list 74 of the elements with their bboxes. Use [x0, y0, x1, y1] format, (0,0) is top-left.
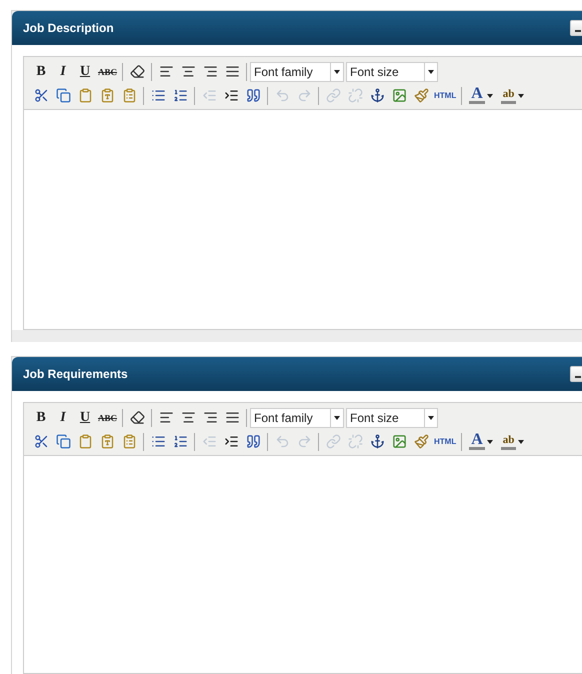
quote-icon: [246, 88, 260, 103]
text-color-button[interactable]: A: [465, 86, 497, 106]
align-center-icon: [180, 64, 196, 79]
caret-icon: [334, 416, 340, 420]
eraser-icon: [130, 410, 145, 425]
scissors-icon: [34, 434, 48, 449]
caret-icon: [518, 94, 524, 98]
numbered-list-icon: [172, 88, 188, 103]
brush-icon: [414, 434, 428, 449]
bullet-list-icon: [150, 88, 166, 103]
quote-icon: [246, 434, 260, 449]
image-icon: [392, 88, 406, 103]
font-select[interactable]: Font size: [346, 408, 438, 428]
underline-button[interactable]: U: [74, 408, 96, 428]
clipboard-icon: [78, 88, 92, 103]
caret-icon: [486, 440, 493, 444]
panel-title: Job Description: [23, 21, 114, 35]
align-left-icon: [158, 410, 174, 425]
anchor-icon: [370, 434, 384, 449]
indent-icon: [224, 88, 238, 103]
link-icon: [326, 88, 340, 103]
caret-icon: [518, 440, 524, 444]
align-right-icon: [202, 410, 218, 425]
undo-icon: [274, 88, 290, 103]
minimize-button[interactable]: [570, 366, 582, 382]
bullet-list-icon: [150, 434, 166, 449]
unlink-icon: [348, 88, 362, 103]
copy-icon: [56, 88, 70, 103]
undo-icon: [274, 434, 290, 449]
caret-icon: [428, 70, 434, 74]
font-select[interactable]: Font size: [346, 62, 438, 82]
highlight-color-button[interactable]: ab: [496, 432, 528, 452]
text-color-button[interactable]: A: [465, 432, 497, 452]
html-button[interactable]: HTML: [432, 432, 458, 452]
clipboard-icon: [78, 434, 92, 449]
link-icon: [326, 434, 340, 449]
anchor-icon: [370, 88, 384, 103]
html-button[interactable]: HTML: [432, 86, 458, 106]
align-right-icon: [202, 64, 218, 79]
unlink-icon: [348, 434, 362, 449]
indent-icon: [224, 434, 238, 449]
brush-icon: [414, 88, 428, 103]
copy-icon: [56, 434, 70, 449]
align-left-icon: [158, 64, 174, 79]
caret-icon: [428, 416, 434, 420]
image-icon: [392, 434, 406, 449]
eraser-icon: [130, 64, 145, 79]
redo-icon: [296, 434, 312, 449]
font-select[interactable]: Font family: [250, 408, 344, 428]
italic-button[interactable]: I: [52, 408, 74, 428]
italic-button[interactable]: I: [52, 62, 74, 82]
align-justify-icon: [224, 410, 240, 425]
bold-button[interactable]: B: [30, 408, 52, 428]
numbered-list-icon: [172, 434, 188, 449]
clipboard-text-icon: [100, 434, 114, 449]
bold-button[interactable]: B: [30, 62, 52, 82]
highlight-color-button[interactable]: ab: [496, 86, 528, 106]
strikethrough-button[interactable]: ABC: [96, 62, 120, 82]
panel-title: Job Requirements: [23, 367, 128, 381]
minimize-button[interactable]: [570, 20, 582, 36]
strikethrough-button[interactable]: ABC: [96, 408, 120, 428]
scissors-icon: [34, 88, 48, 103]
align-justify-icon: [224, 64, 240, 79]
underline-button[interactable]: U: [74, 62, 96, 82]
clipboard-text-icon: [100, 88, 114, 103]
font-select[interactable]: Font family: [250, 62, 344, 82]
clipboard-document-icon: [122, 88, 136, 103]
redo-icon: [296, 88, 312, 103]
caret-icon: [486, 94, 493, 98]
outdent-icon: [202, 88, 216, 103]
clipboard-document-icon: [122, 434, 136, 449]
align-center-icon: [180, 410, 196, 425]
caret-icon: [334, 70, 340, 74]
outdent-icon: [202, 434, 216, 449]
